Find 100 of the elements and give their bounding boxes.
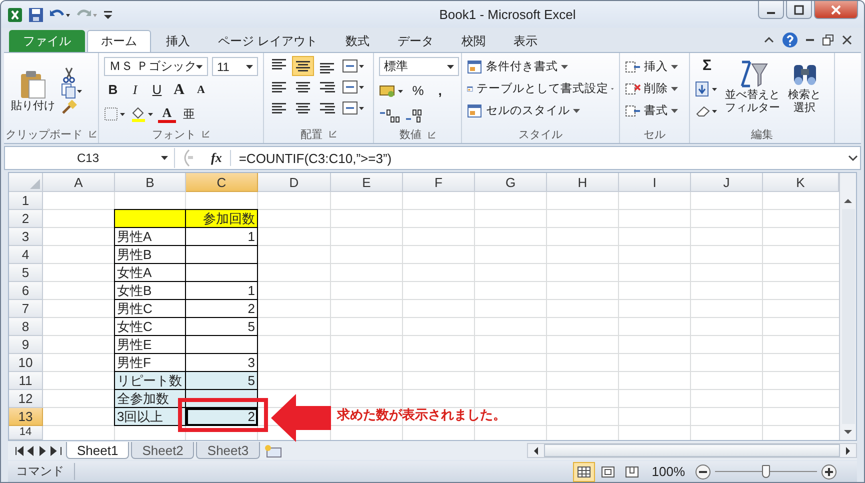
column-header[interactable]: F [403,173,475,192]
underline-button[interactable]: U [148,81,166,99]
copy-icon[interactable] [61,83,83,99]
maximize-button[interactable] [786,1,812,19]
insert-function-button[interactable]: fx [203,150,231,166]
phonetic-button[interactable]: 亜 [180,105,198,123]
scroll-right-icon[interactable] [844,446,852,456]
cells-menu-button[interactable]: 削除 [625,79,684,98]
row-header[interactable]: 6 [9,282,43,300]
grow-font-button[interactable]: A [170,81,188,99]
column-header[interactable]: B [115,173,186,192]
scroll-up-icon[interactable] [843,197,853,205]
increase-decimal-icon[interactable] [379,108,401,124]
comma-button[interactable]: , [431,82,449,100]
find-select-button[interactable]: 検索と 選択 [786,57,823,117]
orientation-icon[interactable] [341,99,365,117]
normal-view-button[interactable] [574,462,594,480]
style-menu-button[interactable]: セルのスタイル [467,101,614,120]
font-name-dropdown[interactable]: ＭＳ Ｐゴシック [104,57,208,76]
cells-menu-button[interactable]: 挿入 [625,57,684,76]
row-header[interactable]: 10 [9,354,43,372]
format-painter-icon[interactable] [61,99,77,115]
column-header[interactable]: K [763,173,839,192]
autosum-button[interactable]: Σ [695,57,719,75]
column-header[interactable]: A [43,173,115,192]
callout-text: 求めた数が表示されました。 [337,406,506,424]
column-header[interactable]: I [619,173,691,192]
close-button[interactable] [814,1,858,19]
ribbon-tab[interactable]: 表示 [500,30,550,52]
restore-icon[interactable] [822,34,834,46]
row-header[interactable]: 11 [9,372,43,390]
fill-down-icon[interactable] [695,81,719,97]
sheet-tab[interactable]: Sheet1 [66,442,130,459]
scroll-down-icon[interactable] [843,428,853,436]
name-box[interactable]: C13 [5,148,175,168]
paste-button[interactable]: 貼り付け [9,68,57,114]
row-header[interactable]: 12 [9,390,43,408]
ribbon-tab[interactable]: 挿入 [153,30,203,52]
zoom-out-icon[interactable] [695,464,711,480]
cut-icon[interactable] [61,67,77,83]
close-icon[interactable] [842,35,852,45]
table-cell: 女性A [115,264,186,282]
merge-cells-icon[interactable] [341,78,365,96]
row-header[interactable]: 4 [9,246,43,264]
column-header[interactable]: E [331,173,403,192]
row-header[interactable]: 9 [9,336,43,354]
dropdown-caret-icon [611,86,614,90]
font-size-dropdown[interactable]: 11 [212,57,258,76]
file-tab[interactable]: ファイル [9,30,85,52]
zoom-in-icon[interactable] [821,464,837,480]
cells-menu-button[interactable]: 書式 [625,101,684,120]
row-header[interactable]: 5 [9,264,43,282]
bold-button[interactable]: B [104,81,122,99]
number-format-dropdown[interactable]: 標準 [379,57,459,76]
sheet-tab[interactable]: Sheet2 [131,442,194,459]
row-header[interactable]: 14 [9,426,43,440]
ribbon-tab[interactable]: ホーム [87,30,151,52]
ribbon-tab[interactable]: ページ レイアウト [205,30,330,52]
row-header[interactable]: 1 [9,192,43,210]
zoom-slider-thumb[interactable] [762,464,770,478]
dialog-launcher-icon[interactable] [328,130,336,138]
column-header[interactable]: J [691,173,763,192]
formula-field[interactable]: =COUNTIF(C3:C10,”>=3”) [234,150,842,166]
excel-logo-icon[interactable] [7,6,23,22]
wrap-text-icon[interactable] [341,57,365,75]
align-icon[interactable] [293,57,313,75]
save-icon[interactable] [28,6,44,22]
column-header[interactable]: D [258,173,331,192]
sheet-navigation-icon[interactable] [14,446,64,456]
ribbon-tab[interactable]: 校閲 [448,30,498,52]
sheet-tab[interactable]: Sheet3 [196,442,260,459]
borders-icon[interactable] [104,106,126,122]
column-header[interactable]: C [186,173,258,192]
row-header[interactable]: 3 [9,228,43,246]
row-header[interactable]: 13 [9,408,43,426]
ribbon-tab[interactable]: データ [384,30,446,52]
minimize-button[interactable] [758,1,784,19]
dialog-launcher-icon[interactable] [202,130,210,138]
style-menu-button[interactable]: テーブルとして書式設定 [467,79,614,98]
dialog-launcher-icon[interactable] [428,130,436,138]
help-icon[interactable] [782,32,798,48]
vertical-scrollbar[interactable] [839,173,856,440]
scroll-left-icon[interactable] [532,446,540,456]
italic-button[interactable]: I [126,81,144,99]
currency-icon[interactable] [379,83,405,99]
horizontal-scrollbar[interactable] [527,443,857,458]
shrink-font-button[interactable]: A [192,81,210,99]
style-menu-button[interactable]: 条件付き書式 [467,57,614,76]
column-header[interactable]: G [475,173,547,192]
collapse-ribbon-icon[interactable] [764,35,774,45]
row-header[interactable]: 8 [9,318,43,336]
row-header[interactable]: 7 [9,300,43,318]
dialog-launcher-icon[interactable] [88,130,96,138]
sort-filter-button[interactable]: 並べ替えと フィルター [723,57,782,117]
row-header[interactable]: 2 [9,210,43,228]
ribbon-tab[interactable]: 数式 [332,30,382,52]
font-color-button[interactable]: A [158,105,176,123]
percent-button[interactable]: % [409,82,427,100]
fill-color-icon[interactable] [130,106,154,122]
column-header[interactable]: H [547,173,619,192]
